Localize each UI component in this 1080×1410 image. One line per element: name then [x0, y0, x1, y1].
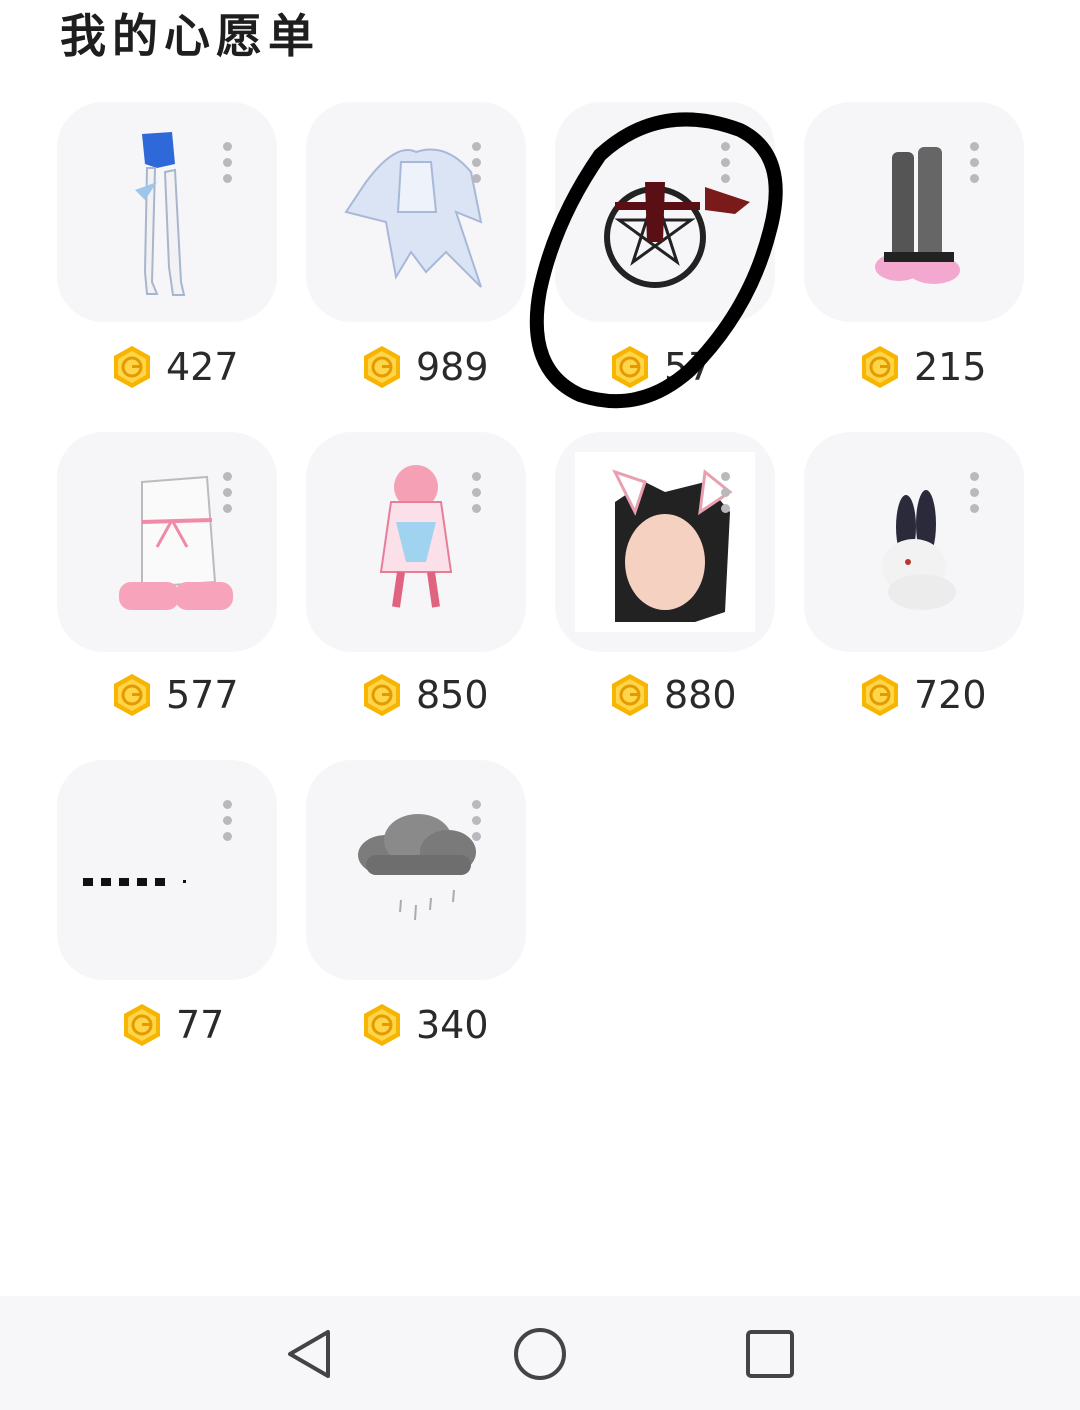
item-thumbnail — [379, 465, 453, 608]
item-price: 720 — [858, 670, 987, 720]
item-price: 880 — [608, 670, 737, 720]
item-price: 850 — [360, 670, 489, 720]
wishlist-item-card[interactable] — [555, 432, 775, 652]
coin-icon — [120, 1003, 164, 1047]
item-price: 77 — [120, 1000, 224, 1050]
item-price: 215 — [858, 342, 987, 392]
coin-icon — [360, 673, 404, 717]
item-thumbnail — [875, 147, 960, 284]
coin-icon — [360, 345, 404, 389]
item-thumbnail — [135, 132, 186, 296]
item-price: 340 — [360, 1000, 489, 1050]
item-thumbnail — [119, 475, 233, 610]
wishlist-item-card[interactable] — [57, 102, 277, 322]
wishlist-item-card[interactable] — [57, 432, 277, 652]
price-value: 340 — [416, 1003, 489, 1047]
coin-icon — [608, 673, 652, 717]
more-options-icon[interactable] — [472, 142, 482, 192]
wishlist-item-card[interactable] — [306, 432, 526, 652]
price-value: 989 — [416, 345, 489, 389]
wishlist-item-card[interactable] — [306, 102, 526, 322]
price-value: 427 — [166, 345, 239, 389]
more-options-icon[interactable] — [223, 472, 233, 522]
price-value: 880 — [664, 673, 737, 717]
triangle-back-icon[interactable] — [282, 1324, 342, 1384]
hand-drawn-circle-annotation — [529, 112, 783, 409]
item-price: 427 — [110, 342, 239, 392]
wishlist-grid: 427 989 57 215 577 850 880 720 77 340 — [0, 0, 1080, 1290]
more-options-icon[interactable] — [223, 800, 233, 850]
more-options-icon[interactable] — [970, 472, 980, 522]
item-thumbnail — [575, 452, 755, 632]
wishlist-item-card[interactable] — [804, 432, 1024, 652]
item-price: 989 — [360, 342, 489, 392]
coin-icon — [110, 673, 154, 717]
item-thumbnail — [344, 148, 483, 288]
price-value: 720 — [914, 673, 987, 717]
more-options-icon[interactable] — [223, 142, 233, 192]
wishlist-item-card[interactable] — [306, 760, 526, 980]
coin-icon — [360, 1003, 404, 1047]
wishlist-item-card[interactable] — [804, 102, 1024, 322]
item-thumbnail — [83, 878, 186, 886]
more-options-icon[interactable] — [721, 472, 731, 522]
item-thumbnail — [882, 490, 956, 610]
more-options-icon[interactable] — [472, 472, 482, 522]
item-thumbnail — [358, 814, 476, 921]
square-recents-icon[interactable] — [740, 1324, 800, 1384]
circle-home-icon[interactable] — [510, 1324, 570, 1384]
coin-icon — [110, 345, 154, 389]
wishlist-item-card[interactable] — [57, 760, 277, 980]
coin-icon — [858, 673, 902, 717]
price-value: 850 — [416, 673, 489, 717]
more-options-icon[interactable] — [970, 142, 980, 192]
system-nav-bar — [0, 1296, 1080, 1410]
item-price: 577 — [110, 670, 239, 720]
price-value: 577 — [166, 673, 239, 717]
price-value: 215 — [914, 345, 987, 389]
price-value: 77 — [176, 1003, 225, 1047]
more-options-icon[interactable] — [472, 800, 482, 850]
coin-icon — [858, 345, 902, 389]
